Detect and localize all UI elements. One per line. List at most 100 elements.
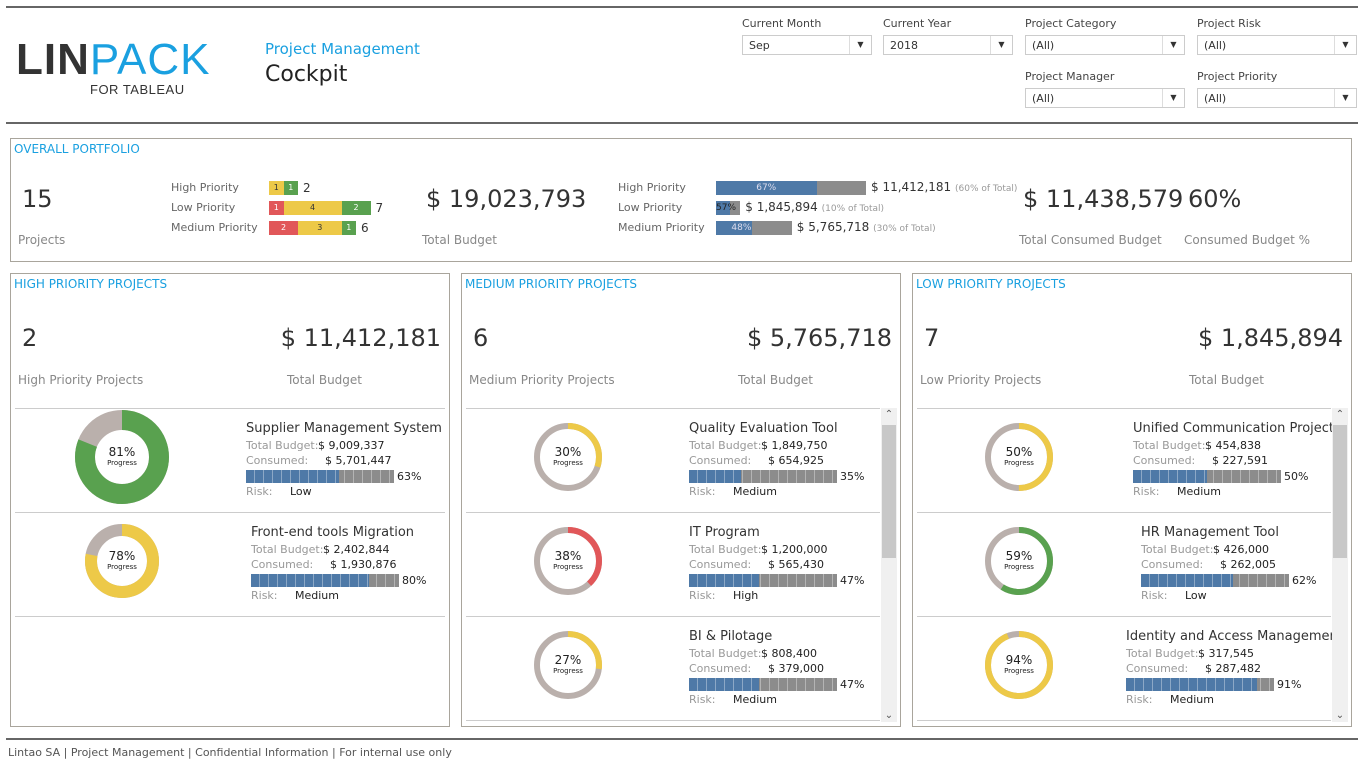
risk-label: Risk: (689, 485, 716, 498)
scrollbar[interactable]: ⌃ ⌄ (881, 408, 897, 722)
project-budget: $ 454,838 (1205, 439, 1261, 452)
budget-bar[interactable]: 67% (716, 181, 866, 195)
consumed-bar[interactable] (251, 574, 399, 587)
consumed-bar[interactable] (1126, 678, 1274, 691)
project-consumed: $ 565,430 (768, 558, 824, 571)
progress-percent: 94% (1005, 653, 1033, 667)
progress-percent: 38% (554, 549, 582, 563)
chevron-down-icon[interactable]: ▼ (1334, 89, 1356, 107)
project-card[interactable]: 81% Progress Supplier Management System Tot… (15, 409, 445, 513)
priority-budget: $ 5,765,718 (746, 324, 892, 352)
project-name[interactable]: Quality Evaluation Tool (689, 421, 838, 436)
project-consumed: $ 5,701,447 (325, 454, 392, 467)
donut-label: 27% Progress (533, 653, 603, 675)
filter-current-year: Current Year 2018 ▼ (883, 17, 1013, 55)
donut-label: 50% Progress (984, 445, 1054, 467)
scrollbar-thumb[interactable] (1333, 425, 1347, 558)
budget-share: (10% of Total) (821, 204, 885, 214)
project-risk-select[interactable]: (All) ▼ (1197, 35, 1357, 55)
chevron-down-icon[interactable]: ▼ (1162, 89, 1184, 107)
budget-row-label: Low Priority (618, 201, 683, 214)
project-risk: Medium (733, 485, 777, 498)
total-budget-label: Total Budget: (689, 543, 762, 556)
chevron-down-icon[interactable]: ▼ (990, 36, 1012, 54)
select-value: (All) (1032, 39, 1055, 52)
project-budget: $ 9,009,337 (318, 439, 385, 452)
priority-budget: $ 1,845,894 (1197, 324, 1343, 352)
project-card[interactable]: 59% Progress HR Management Tool Total Budge… (917, 513, 1331, 617)
risk-segment-red[interactable]: 1 (269, 201, 284, 215)
select-value: (All) (1204, 92, 1227, 105)
chevron-down-icon[interactable]: ▼ (1334, 36, 1356, 54)
consumed-bar-fill (1133, 470, 1207, 483)
footer-text: Lintao SA | Project Management | Confide… (8, 746, 452, 759)
risk-segment-green[interactable]: 1 (283, 181, 298, 195)
consumed-bar[interactable] (689, 678, 837, 691)
total-budget-label: Total Budget: (251, 543, 324, 556)
budget-row-value: $ 1,845,894 (10% of Total) (745, 200, 884, 214)
consumed-label: Consumed: (1133, 454, 1196, 467)
consumed-label: Consumed: (246, 454, 309, 467)
risk-label: Risk: (246, 485, 273, 498)
project-consumed: $ 379,000 (768, 662, 824, 675)
project-card[interactable]: 50% Progress Unified Communication Project… (917, 409, 1334, 513)
consumed-bar[interactable] (246, 470, 394, 483)
total-budget-label: Total Budget: (1126, 647, 1199, 660)
risk-segment-yellow[interactable]: 1 (269, 181, 284, 195)
risk-segment-green[interactable]: 1 (341, 221, 356, 235)
filter-label: Project Category (1025, 17, 1117, 30)
medium-priority-panel: MEDIUM PRIORITY PROJECTS 6 Medium Priority… (461, 273, 901, 727)
project-name[interactable]: HR Management Tool (1141, 525, 1279, 540)
risk-label: Risk: (689, 589, 716, 602)
budget-bar[interactable]: 57% (716, 201, 741, 215)
total-budget-label: Total Budget: (689, 439, 762, 452)
budget-bar[interactable]: 48% (716, 221, 792, 235)
project-card[interactable]: 94% Progress Identity and Access Managemen… (917, 617, 1343, 721)
chevron-down-icon[interactable]: ▼ (849, 36, 871, 54)
project-card[interactable]: 30% Progress Quality Evaluation Tool Total … (466, 409, 880, 513)
chevron-down-icon[interactable]: ⌄ (1332, 710, 1348, 721)
filter-project-manager: Project Manager (All) ▼ (1025, 70, 1185, 108)
project-priority-select[interactable]: (All) ▼ (1197, 88, 1357, 108)
budget-amount: $ 1,845,894 (745, 200, 818, 214)
project-card[interactable]: 27% Progress BI & Pilotage Total Budget: $ 8… (466, 617, 880, 721)
project-name[interactable]: Unified Communication Project (1133, 421, 1334, 436)
chevron-up-icon[interactable]: ⌃ (881, 409, 897, 420)
chevron-down-icon[interactable]: ⌄ (881, 710, 897, 721)
scrollbar[interactable]: ⌃ ⌄ (1332, 408, 1348, 722)
project-card[interactable]: 78% Progress Front-end tools Migration Tota… (15, 513, 445, 617)
priority-budget-label: Total Budget (1189, 373, 1264, 387)
project-risk: Medium (1177, 485, 1221, 498)
risk-segment-red[interactable]: 2 (269, 221, 298, 235)
chevron-up-icon[interactable]: ⌃ (1332, 409, 1348, 420)
consumed-bar[interactable] (1141, 574, 1289, 587)
divider (466, 720, 880, 721)
scrollbar-thumb[interactable] (882, 425, 896, 558)
project-risk: Low (290, 485, 312, 498)
current-month-select[interactable]: Sep ▼ (742, 35, 872, 55)
risk-row-label: Low Priority (171, 201, 236, 214)
project-manager-select[interactable]: (All) ▼ (1025, 88, 1185, 108)
project-name[interactable]: Front-end tools Migration (251, 525, 414, 540)
risk-segment-yellow[interactable]: 3 (298, 221, 342, 235)
project-name[interactable]: Identity and Access Management (1126, 629, 1343, 644)
progress-percent: 78% (108, 549, 136, 563)
progress-caption: Progress (107, 563, 137, 571)
project-name[interactable]: IT Program (689, 525, 760, 540)
risk-label: Risk: (1141, 589, 1168, 602)
consumed-bar[interactable] (689, 470, 837, 483)
progress-percent: 50% (1005, 445, 1033, 459)
panel-title: HIGH PRIORITY PROJECTS (14, 277, 168, 291)
chevron-down-icon[interactable]: ▼ (1162, 36, 1184, 54)
project-name[interactable]: BI & Pilotage (689, 629, 772, 644)
project-card[interactable]: 38% Progress IT Program Total Budget: $ 1,20… (466, 513, 880, 617)
risk-segment-green[interactable]: 2 (341, 201, 371, 215)
consumed-bar-fill (246, 470, 340, 483)
consumed-bar[interactable] (1133, 470, 1281, 483)
risk-segment-yellow[interactable]: 4 (283, 201, 342, 215)
project-category-select[interactable]: (All) ▼ (1025, 35, 1185, 55)
current-year-select[interactable]: 2018 ▼ (883, 35, 1013, 55)
project-name[interactable]: Supplier Management System (246, 421, 442, 436)
consumed-bar[interactable] (689, 574, 837, 587)
page-title: Cockpit (265, 62, 348, 87)
